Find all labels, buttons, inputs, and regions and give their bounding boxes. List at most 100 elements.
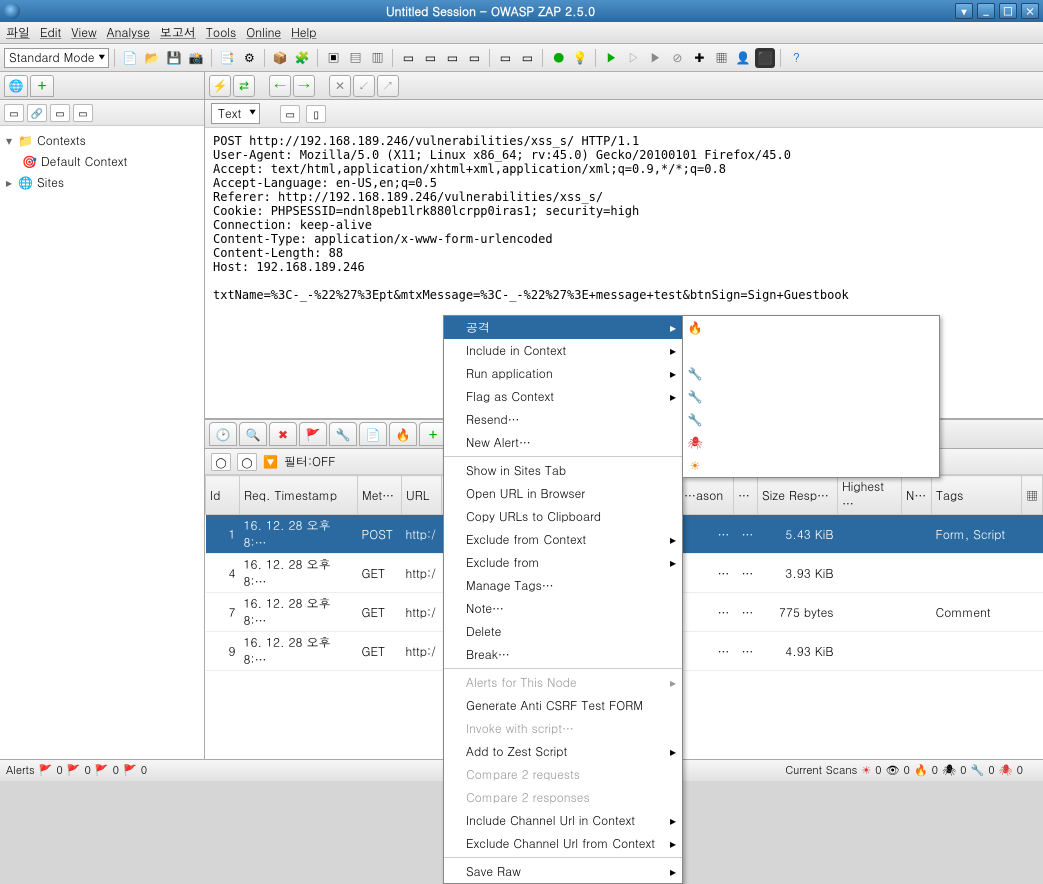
layout-sbs-icon[interactable]: ▥ — [367, 48, 387, 68]
tabs-req-icon[interactable]: ▭ — [420, 48, 440, 68]
tabs-resp-icon[interactable]: ▭ — [442, 48, 462, 68]
open-session-icon[interactable]: 📂 — [142, 48, 162, 68]
submenu-ajax-spider[interactable]: 🕷AJAX Spider… — [683, 431, 939, 454]
sites-tree[interactable]: ▾📁Contexts 🎯Default Context ▸🌐Sites — [0, 126, 204, 759]
menu-flag-context[interactable]: Flag as Context — [444, 385, 682, 408]
menu-report[interactable]: 보고서 — [160, 24, 196, 41]
filter-label[interactable]: 필터:OFF — [284, 453, 335, 470]
menu-open-url[interactable]: Open URL in Browser — [444, 482, 682, 505]
menu-file[interactable]: 파일 — [6, 24, 30, 41]
menu-manage-tags[interactable]: Manage Tags… — [444, 574, 682, 597]
menu-break[interactable]: Break… — [444, 643, 682, 666]
menu-attack[interactable]: 공격 🔥Active Scan… 🕷Spider… 🔧사이트 강제 검색 🔧디렉… — [444, 316, 682, 339]
options-icon[interactable]: ⚙ — [239, 48, 259, 68]
submenu-fuzz[interactable]: ☀Fuzz… — [683, 454, 939, 477]
hide-tab-icon[interactable]: ▭ — [517, 48, 537, 68]
body-view-select[interactable]: Text — [211, 103, 260, 124]
submenu-forced-children[interactable]: 🔧Forced Browse directory (and children) — [683, 408, 939, 431]
pin2-icon[interactable]: ↗ — [377, 75, 399, 97]
tabs-all-icon[interactable]: ▭ — [464, 48, 484, 68]
help-icon[interactable]: ? — [786, 48, 806, 68]
history-tab-icon[interactable]: 🕑 — [209, 422, 237, 446]
menu-show-sites[interactable]: Show in Sites Tab — [444, 459, 682, 482]
menu-exclude-from[interactable]: Exclude from — [444, 551, 682, 574]
forward-icon[interactable]: → — [293, 75, 315, 97]
manage-addons-icon[interactable]: ▦ — [711, 48, 731, 68]
scope-toggle-icon[interactable]: ◯ — [211, 453, 231, 471]
search-tab-icon[interactable]: 🔍 — [239, 422, 267, 446]
tabs-expand-icon[interactable]: ▭ — [398, 48, 418, 68]
menu-exclude-channel[interactable]: Exclude Channel Url from Context — [444, 832, 682, 855]
tree-sites[interactable]: Sites — [37, 174, 64, 191]
menu-edit[interactable]: Edit — [40, 24, 61, 41]
menu-new-alert[interactable]: New Alert… — [444, 431, 682, 454]
marketplace-icon[interactable]: 🧩 — [292, 48, 312, 68]
scope2-toggle-icon[interactable]: ◯ — [237, 453, 257, 471]
menu-tools[interactable]: Tools — [206, 24, 236, 41]
pin-icon[interactable]: ↙ — [353, 75, 375, 97]
submenu-forced-dir[interactable]: 🔧디렉토리 강제 검색 — [683, 385, 939, 408]
col-reason[interactable]: …ason — [680, 476, 734, 515]
split-v-icon[interactable]: ▯ — [306, 105, 326, 123]
menu-run-application[interactable]: Run application — [444, 362, 682, 385]
link-tree-icon[interactable]: 🔗 — [27, 104, 47, 122]
split-h-icon[interactable]: ▭ — [280, 105, 300, 123]
addon-icon[interactable]: 📦 — [270, 48, 290, 68]
back-icon[interactable]: ← — [269, 75, 291, 97]
step-icon[interactable]: ▷ — [623, 48, 643, 68]
col-config-icon[interactable]: ▦ — [1022, 476, 1043, 515]
menu-exclude-context[interactable]: Exclude from Context — [444, 528, 682, 551]
tree-default-context[interactable]: Default Context — [41, 153, 127, 170]
attack-submenu[interactable]: 🔥Active Scan… 🕷Spider… 🔧사이트 강제 검색 🔧디렉토리 … — [682, 315, 940, 478]
menu-add-zest[interactable]: Add to Zest Script — [444, 740, 682, 763]
iconify-button[interactable]: ▾ — [955, 3, 973, 19]
close-button[interactable]: × — [1021, 3, 1039, 19]
menu-resend[interactable]: Resend… — [444, 408, 682, 431]
menu-help[interactable]: Help — [291, 24, 316, 41]
clear-icon[interactable]: ✕ — [329, 75, 351, 97]
drop-icon[interactable]: ⊘ — [667, 48, 687, 68]
tree-contexts[interactable]: Contexts — [37, 132, 86, 149]
submenu-forced-site[interactable]: 🔧사이트 강제 검색 — [683, 362, 939, 385]
mode-select[interactable]: Standard Mode — [4, 48, 109, 68]
col-dots[interactable]: … — [734, 476, 758, 515]
context-menu[interactable]: 공격 🔥Active Scan… 🕷Spider… 🔧사이트 강제 검색 🔧디렉… — [443, 315, 683, 884]
add-break-icon[interactable]: ✚ — [689, 48, 709, 68]
col-tags[interactable]: Tags — [932, 476, 1022, 515]
view-tree-icon[interactable]: ▭ — [50, 104, 70, 122]
sites-tab-icon[interactable]: 🌐 — [4, 75, 28, 97]
col-ts[interactable]: Req. Timestamp — [240, 476, 358, 515]
flags-tab-icon[interactable]: 🚩 — [299, 422, 327, 446]
col-highest[interactable]: Highest … — [838, 476, 902, 515]
play-icon[interactable]: ▶ — [601, 48, 621, 68]
col-size[interactable]: Size Resp… — [758, 476, 838, 515]
add-tab-icon[interactable]: ＋ — [30, 75, 54, 97]
menu-save-raw[interactable]: Save Raw — [444, 860, 682, 883]
menu-gen-csrf[interactable]: Generate Anti CSRF Test FORM — [444, 694, 682, 717]
response-tab-icon[interactable]: ⇄ — [233, 75, 255, 97]
layout-full-icon[interactable]: ▣ — [323, 48, 343, 68]
output-tab-icon[interactable]: 📄 — [359, 422, 387, 446]
quickstart-tab-icon[interactable]: ⚡ — [209, 75, 231, 97]
snapshot-icon[interactable]: 📸 — [186, 48, 206, 68]
col-id[interactable]: Id — [206, 476, 240, 515]
menu-analyse[interactable]: Analyse — [107, 24, 150, 41]
alerts-tab-icon[interactable]: ✖ — [269, 422, 297, 446]
active-scan-tab-icon[interactable]: 🔥 — [389, 422, 417, 446]
col-url[interactable]: URL — [402, 476, 442, 515]
maximize-button[interactable]: □ — [999, 3, 1017, 19]
submenu-active-scan[interactable]: 🔥Active Scan… — [683, 316, 939, 339]
menu-note[interactable]: Note… — [444, 597, 682, 620]
col-method[interactable]: Met… — [358, 476, 402, 515]
show-tab-icon[interactable]: ▭ — [495, 48, 515, 68]
continue-icon[interactable]: ▶ — [645, 48, 665, 68]
menu-include-channel[interactable]: Include Channel Url in Context — [444, 809, 682, 832]
tools-tab-icon[interactable]: 🔧 — [329, 422, 357, 446]
menu-include-context[interactable]: Include in Context — [444, 339, 682, 362]
toggle-forced-icon[interactable]: ⬛ — [755, 48, 775, 68]
tree-opts-icon[interactable]: ▭ — [73, 104, 93, 122]
menu-delete[interactable]: Delete — [444, 620, 682, 643]
break-all-icon[interactable]: ● — [548, 48, 568, 68]
new-session-icon[interactable]: 📄 — [120, 48, 140, 68]
submenu-spider[interactable]: 🕷Spider… — [683, 339, 939, 362]
